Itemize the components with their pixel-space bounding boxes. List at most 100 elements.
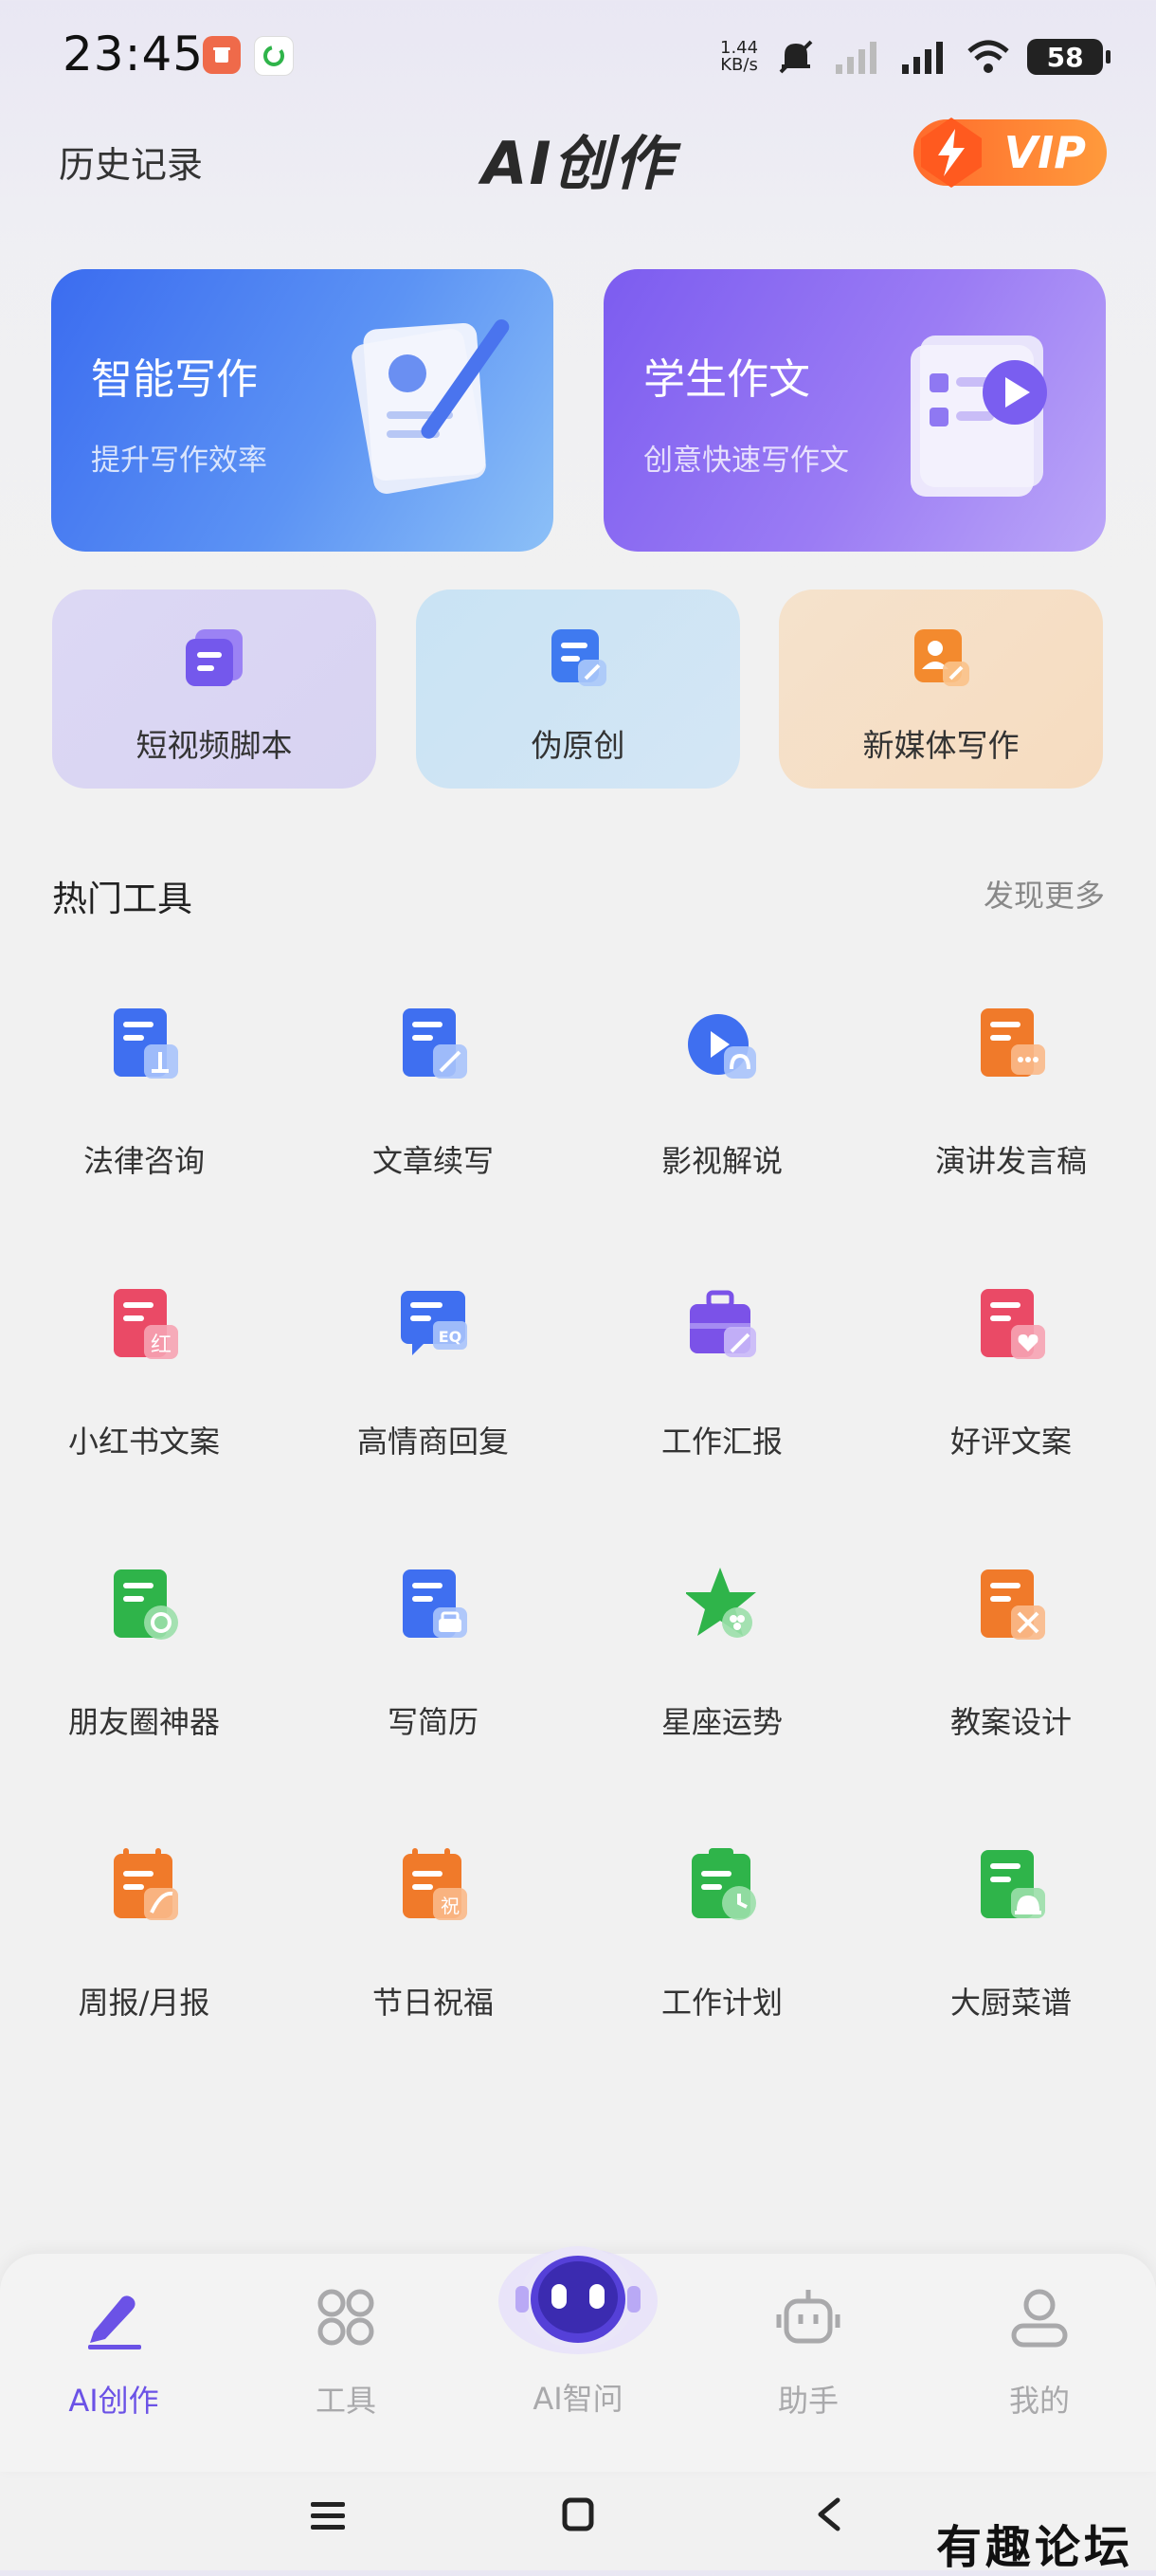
status-time: 23:45	[63, 27, 205, 82]
nav-label: 工具	[315, 2383, 376, 2419]
tool-label: 节日祝福	[371, 1985, 494, 2021]
svg-text:EQ: EQ	[439, 1328, 462, 1346]
moments-icon	[114, 1569, 178, 1640]
mute-icon	[779, 40, 813, 74]
rewrite-icon	[551, 629, 606, 686]
battery-indicator: 58	[1027, 39, 1111, 75]
quick-card-label: 新媒体写作	[862, 727, 1020, 764]
good-review-icon	[981, 1289, 1045, 1359]
lesson-plan-icon	[981, 1569, 1045, 1640]
sync-notification-icon	[254, 36, 294, 76]
quick-card-label: 伪原创	[531, 727, 625, 764]
new-media-icon	[914, 629, 969, 686]
weekly-report-icon	[114, 1848, 178, 1920]
speech-icon	[981, 1008, 1045, 1077]
tool-label: 演讲发言稿	[934, 1143, 1087, 1179]
document-pen-icon	[352, 319, 510, 494]
nav-ai-ask[interactable]	[497, 2225, 659, 2358]
tool-label: 写简历	[387, 1704, 479, 1740]
signal-weak-icon	[836, 42, 877, 74]
tool-label: 法律咨询	[82, 1143, 205, 1179]
grid-icon	[317, 2289, 374, 2346]
tool-speech[interactable]: 演讲发言稿	[897, 1003, 1125, 1192]
tool-moments[interactable]: 朋友圈神器	[30, 1564, 258, 1753]
discover-more-link[interactable]: 发现更多	[984, 872, 1105, 916]
robot-icon	[498, 2246, 658, 2354]
tool-film-commentary[interactable]: 影视解说	[608, 1003, 836, 1192]
tool-label: 工作计划	[660, 1985, 783, 2021]
tool-label: 大厨菜谱	[949, 1985, 1072, 2021]
quick-card-new-media[interactable]: 新媒体写作	[779, 590, 1103, 789]
svg-text:祝: 祝	[441, 1895, 460, 1917]
tool-horoscope[interactable]: 星座运势	[608, 1564, 836, 1753]
tool-eq-reply[interactable]: EQ 高情商回复	[319, 1283, 547, 1473]
back-nav-button[interactable]	[802, 2489, 858, 2542]
resume-icon	[403, 1569, 467, 1638]
document-play-icon	[911, 336, 1047, 497]
vip-label: VIP	[1003, 127, 1086, 178]
quick-card-rewrite[interactable]: 伪原创	[416, 590, 740, 789]
assistant-icon	[776, 2290, 840, 2344]
nav-tools[interactable]: 工具	[261, 2284, 431, 2426]
eq-reply-icon: EQ	[401, 1291, 467, 1355]
video-script-icon	[186, 629, 243, 686]
nav-label: AI创作	[68, 2383, 159, 2419]
tool-holiday-greeting[interactable]: 祝 节日祝福	[319, 1844, 547, 2034]
watermark: 有趣论坛	[935, 2521, 1133, 2574]
article-continue-icon	[403, 1008, 467, 1079]
tool-law-consult[interactable]: 法律咨询	[30, 1003, 258, 1192]
feature-card-student-essay[interactable]: 学生作文 创意快速写作文	[604, 269, 1106, 552]
xiaohongshu-icon: 红	[114, 1289, 178, 1359]
nav-me[interactable]: 我的	[954, 2284, 1125, 2426]
tool-lesson-plan[interactable]: 教案设计	[897, 1564, 1125, 1753]
tool-label: 星座运势	[660, 1704, 783, 1740]
tool-label: 小红书文案	[67, 1424, 220, 1460]
nav-label: 我的	[1008, 2383, 1070, 2419]
law-icon	[114, 1008, 178, 1079]
feature-card-title: 智能写作	[91, 355, 258, 404]
feature-card-subtitle: 提升写作效率	[91, 444, 267, 478]
tool-label: 高情商回复	[356, 1424, 509, 1460]
tool-label: 好评文案	[949, 1424, 1072, 1460]
nav-assistant[interactable]: 助手	[723, 2284, 894, 2426]
hot-tools-title: 热门工具	[52, 879, 192, 919]
holiday-greeting-icon: 祝	[403, 1848, 467, 1920]
tool-xiaohongshu[interactable]: 红 小红书文案	[30, 1283, 258, 1473]
svg-text:红: 红	[151, 1333, 172, 1357]
tool-resume[interactable]: 写简历	[319, 1564, 547, 1753]
menu-icon	[311, 2502, 345, 2530]
film-commentary-icon	[688, 1014, 756, 1079]
tool-label: 朋友圈神器	[67, 1704, 220, 1740]
nav-ai-create[interactable]: AI创作	[28, 2284, 199, 2426]
quick-card-label: 短视频脚本	[135, 727, 293, 764]
work-report-icon	[690, 1290, 756, 1357]
tool-label: 教案设计	[949, 1704, 1072, 1740]
tool-label: 文章续写	[371, 1143, 494, 1179]
tool-work-plan[interactable]: 工作计划	[608, 1844, 836, 2034]
tool-label: 周报/月报	[78, 1985, 210, 2021]
tool-label: 工作汇报	[660, 1424, 783, 1460]
menu-nav-button[interactable]	[299, 2489, 356, 2542]
work-plan-icon	[692, 1848, 756, 1920]
vip-button[interactable]: VIP	[913, 118, 1107, 188]
wifi-icon	[967, 40, 1009, 73]
horoscope-icon	[686, 1568, 756, 1638]
quick-card-video-script[interactable]: 短视频脚本	[52, 590, 376, 789]
feature-card-title: 学生作文	[643, 355, 810, 404]
app-notification-icon	[203, 36, 241, 74]
feature-card-smart-writing[interactable]: 智能写作 提升写作效率	[51, 269, 553, 552]
tool-recipe[interactable]: 大厨菜谱	[897, 1844, 1125, 2034]
pen-icon	[88, 2295, 141, 2349]
signal-icon	[902, 42, 944, 74]
tool-work-report[interactable]: 工作汇报	[608, 1283, 836, 1473]
bolt-icon	[921, 118, 982, 188]
home-nav-button[interactable]	[550, 2489, 606, 2542]
user-icon	[1011, 2289, 1068, 2348]
nav-label: AI智问	[533, 2381, 623, 2417]
nav-label: 助手	[777, 2383, 839, 2419]
tool-article-continue[interactable]: 文章续写	[319, 1003, 547, 1192]
tool-good-review[interactable]: 好评文案	[897, 1283, 1125, 1473]
recipe-icon	[981, 1850, 1045, 1918]
feature-card-subtitle: 创意快速写作文	[643, 444, 849, 478]
tool-weekly-report[interactable]: 周报/月报	[30, 1844, 258, 2034]
